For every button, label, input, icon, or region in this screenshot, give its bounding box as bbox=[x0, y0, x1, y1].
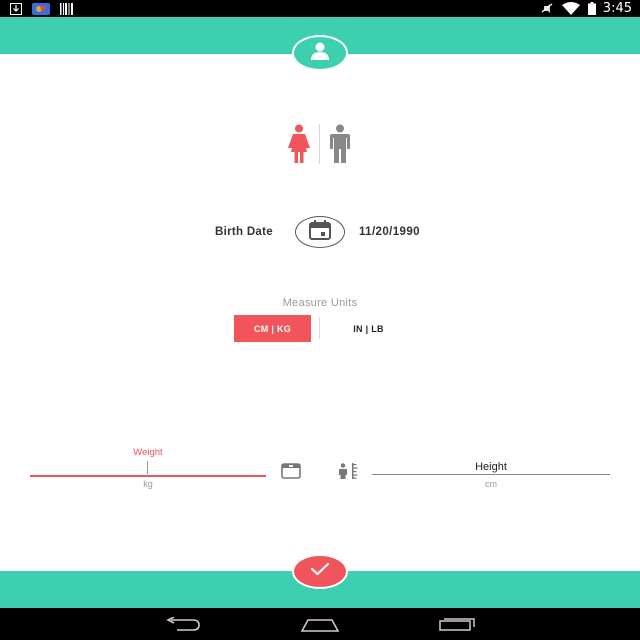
profile-icon bbox=[310, 42, 330, 65]
weight-text-cursor bbox=[147, 461, 148, 474]
battery-icon bbox=[587, 2, 597, 15]
height-icon bbox=[337, 463, 359, 484]
mute-icon bbox=[540, 2, 554, 15]
weight-input[interactable] bbox=[30, 475, 266, 477]
calendar-icon bbox=[309, 219, 331, 245]
home-icon[interactable] bbox=[300, 618, 340, 637]
unit-option-in-lb[interactable]: IN | LB bbox=[330, 315, 407, 342]
calendar-button[interactable] bbox=[295, 216, 345, 248]
download-icon bbox=[10, 2, 24, 15]
back-icon[interactable] bbox=[165, 616, 201, 636]
weight-label: Weight bbox=[133, 447, 163, 458]
confirm-button[interactable] bbox=[292, 554, 348, 589]
female-icon[interactable] bbox=[286, 124, 312, 169]
male-icon[interactable] bbox=[328, 124, 352, 169]
wifi-icon bbox=[561, 2, 580, 15]
birth-date-label: Birth Date bbox=[215, 226, 273, 238]
check-icon bbox=[310, 562, 330, 581]
unit-option-cm-kg[interactable]: CM | KG bbox=[234, 315, 311, 342]
birth-date-value[interactable]: 11/20/1990 bbox=[359, 226, 420, 238]
height-unit: cm bbox=[485, 479, 497, 489]
units-divider bbox=[319, 317, 320, 339]
recent-apps-icon[interactable] bbox=[438, 617, 476, 636]
height-label: Height bbox=[475, 461, 507, 473]
scale-icon bbox=[281, 463, 301, 484]
measure-units-title: Measure Units bbox=[282, 297, 358, 309]
weight-unit: kg bbox=[143, 479, 153, 489]
photos-icon bbox=[32, 2, 52, 15]
height-input[interactable] bbox=[372, 474, 610, 475]
profile-button[interactable] bbox=[292, 35, 348, 71]
barcode-icon bbox=[60, 2, 74, 15]
profile-setup-screen: 3:45 Birth Date 11/20/1990 Measure Units… bbox=[0, 0, 640, 640]
status-bar: 3:45 bbox=[0, 0, 640, 17]
gender-selector bbox=[286, 124, 356, 164]
status-time: 3:45 bbox=[602, 1, 632, 16]
status-notifications bbox=[10, 2, 82, 15]
navigation-bar bbox=[0, 608, 640, 640]
status-system: 3:45 bbox=[540, 1, 632, 16]
gender-divider bbox=[319, 124, 320, 164]
